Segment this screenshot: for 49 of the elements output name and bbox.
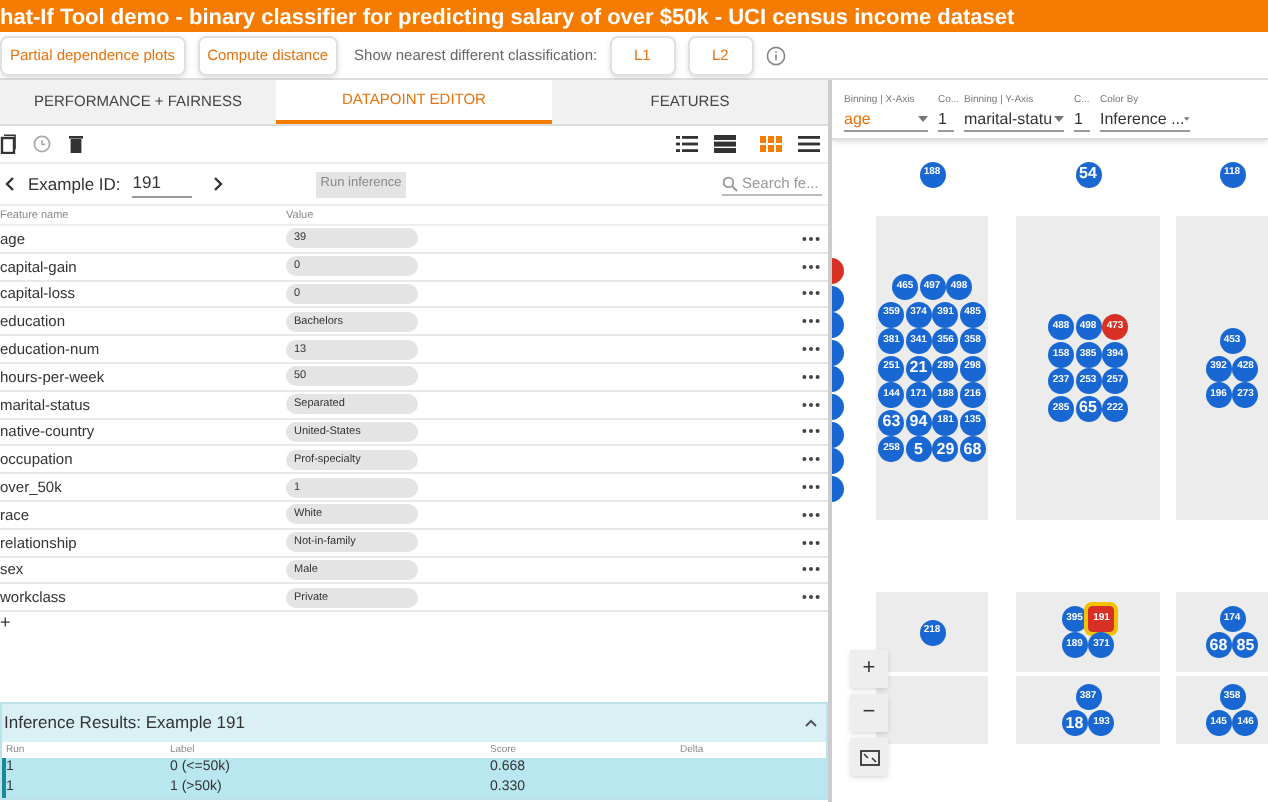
data-point[interactable]: 21 (905, 355, 932, 381)
more-icon[interactable] (802, 594, 820, 601)
bin-area (876, 676, 988, 744)
collapse-icon[interactable] (804, 718, 818, 728)
grid-icon[interactable] (760, 134, 782, 154)
caret-icon (918, 116, 928, 122)
zoom-button[interactable]: + (850, 650, 888, 688)
info-icon (765, 45, 786, 65)
data-point[interactable]: 68 (1205, 632, 1232, 659)
more-icon[interactable] (802, 318, 820, 325)
more-icon[interactable] (802, 539, 820, 546)
chevron-right-icon[interactable] (212, 176, 225, 192)
menu-icon[interactable] (798, 134, 820, 154)
more-icon[interactable] (802, 290, 820, 297)
data-point[interactable]: 54 (1075, 161, 1101, 187)
more-icon[interactable] (802, 566, 820, 573)
zoom-button[interactable]: − (850, 694, 888, 732)
more-icon[interactable] (802, 373, 820, 380)
more-icon[interactable] (802, 263, 820, 270)
chevron-left-icon[interactable] (4, 176, 16, 192)
caret-icon (1054, 116, 1064, 122)
delete-icon[interactable] (68, 134, 84, 154)
data-point[interactable]: 85 (1232, 632, 1259, 659)
list-icon[interactable] (676, 134, 698, 154)
example-id-label: Example ID: (28, 171, 121, 197)
data-point[interactable]: 29 (932, 436, 959, 462)
data-point[interactable]: 18 (1061, 710, 1088, 737)
data-point[interactable]: 68 (959, 436, 986, 462)
data-point[interactable]: 63 (878, 409, 905, 435)
app-title: hat-If Tool demo - binary classifier for predicting salary of over $50k - UCI census income dataset (0, 6, 1015, 32)
fit-button[interactable] (850, 738, 888, 776)
more-icon[interactable] (802, 484, 820, 491)
more-icon[interactable] (802, 346, 820, 353)
search-icon (722, 175, 738, 191)
fit-icon (859, 749, 879, 765)
example-id-field[interactable]: 191 (132, 170, 193, 198)
more-icon[interactable] (802, 401, 820, 408)
more-icon[interactable] (802, 428, 820, 435)
data-point[interactable]: 94 (905, 409, 932, 435)
results-title: Inference Results: Example 191 (2, 710, 245, 736)
data-point[interactable]: 65 (1075, 395, 1101, 422)
more-icon[interactable] (802, 511, 820, 518)
data-point[interactable]: 5 (905, 436, 932, 462)
caret-icon (1184, 116, 1190, 122)
rows-icon[interactable] (714, 134, 736, 154)
more-icon[interactable] (802, 456, 820, 463)
copy-icon[interactable] (0, 134, 16, 154)
more-icon[interactable] (802, 235, 820, 242)
add-feature-button[interactable]: + (0, 612, 16, 633)
